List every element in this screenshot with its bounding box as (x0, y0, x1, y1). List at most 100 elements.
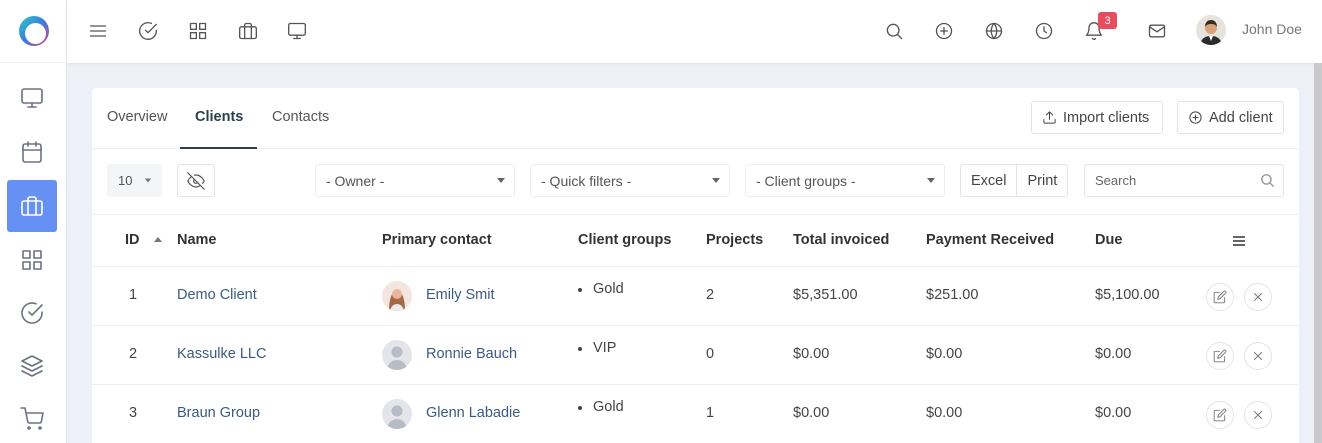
due-amount: $0.00 (1095, 405, 1132, 421)
search-icon (886, 23, 903, 40)
total-invoiced: $5,351.00 (793, 287, 858, 303)
language-button[interactable] (981, 18, 1007, 44)
menu-toggle-button[interactable] (85, 18, 111, 44)
delete-button[interactable] (1244, 283, 1272, 311)
upload-icon (1043, 111, 1056, 124)
table-row: 2 Kassulke LLC Ronnie Bauch VIP 0 $0.00 … (92, 326, 1299, 385)
sidebar-item-clients[interactable] (7, 180, 57, 232)
monitor-icon (21, 88, 43, 108)
delete-button[interactable] (1244, 342, 1272, 370)
column-header-payment-received[interactable]: Payment Received (926, 232, 1054, 248)
default-avatar-icon (382, 399, 412, 429)
monitor-icon (288, 22, 306, 40)
contact-avatar (382, 399, 412, 429)
delete-button[interactable] (1244, 401, 1272, 429)
sidebar-item-tasks[interactable] (7, 287, 57, 339)
sidebar-item-store[interactable] (7, 393, 57, 443)
user-avatar[interactable] (1196, 15, 1226, 45)
hamburger-icon (89, 25, 107, 37)
toggle-columns-button[interactable] (177, 164, 215, 197)
client-name-link[interactable]: Demo Client (177, 287, 257, 303)
add-client-button[interactable]: Add client (1177, 101, 1284, 134)
print-button[interactable]: Print (1016, 165, 1067, 196)
page-size-select[interactable]: 10 (107, 164, 162, 197)
payment-received: $251.00 (926, 287, 979, 303)
check-circle-icon (21, 302, 43, 324)
check-circle-icon (139, 22, 157, 40)
column-header-due[interactable]: Due (1095, 232, 1122, 248)
column-header-projects[interactable]: Projects (706, 232, 763, 248)
payment-received: $0.00 (926, 405, 963, 421)
column-header-name[interactable]: Name (177, 232, 217, 248)
projects-count: 0 (706, 346, 715, 362)
grid-icon (189, 22, 207, 40)
contact-avatar (382, 281, 412, 311)
bullet-icon (578, 347, 582, 351)
add-client-label: Add client (1209, 109, 1273, 126)
clients-card: Overview Clients Contacts Import clients… (92, 88, 1299, 443)
column-menu-button[interactable] (1231, 233, 1247, 249)
page-scrollbar[interactable] (1314, 63, 1322, 443)
edit-icon (1213, 408, 1227, 422)
tab-clients[interactable]: Clients (195, 109, 243, 125)
page-size-value: 10 (118, 173, 133, 188)
tab-contacts[interactable]: Contacts (272, 109, 329, 125)
contact-avatar-image (382, 281, 412, 311)
client-name-link[interactable]: Braun Group (177, 405, 260, 421)
app-logo[interactable] (0, 0, 67, 63)
close-icon (1254, 352, 1262, 360)
timer-button[interactable] (1031, 18, 1057, 44)
notification-badge: 3 (1098, 12, 1117, 29)
due-amount: $5,100.00 (1095, 287, 1160, 303)
primary-contact-link[interactable]: Emily Smit (426, 287, 494, 303)
edit-button[interactable] (1206, 342, 1234, 370)
due-amount: $0.00 (1095, 346, 1132, 362)
client-id: 2 (129, 346, 138, 362)
sidebar-item-dashboard[interactable] (7, 72, 57, 124)
primary-contact-link[interactable]: Glenn Labadie (426, 405, 520, 421)
sidebar (0, 0, 67, 443)
projects-shortcut[interactable] (185, 18, 211, 44)
client-groups-select[interactable]: - Client groups - (745, 164, 945, 197)
tasks-shortcut[interactable] (135, 18, 161, 44)
sidebar-item-projects[interactable] (7, 234, 57, 286)
client-group: VIP (593, 340, 617, 356)
import-clients-button[interactable]: Import clients (1031, 101, 1163, 134)
plus-circle-icon (935, 22, 953, 40)
edit-button[interactable] (1206, 401, 1234, 429)
primary-contact-link[interactable]: Ronnie Bauch (426, 346, 517, 362)
calendar-icon (22, 141, 42, 163)
edit-button[interactable] (1206, 283, 1234, 311)
sidebar-item-events[interactable] (7, 126, 57, 178)
quick-filters-select[interactable]: - Quick filters - (530, 164, 730, 197)
search-button[interactable] (881, 18, 907, 44)
briefcase-icon (239, 22, 257, 40)
client-name-link[interactable]: Kassulke LLC (177, 346, 266, 362)
clients-shortcut[interactable] (235, 18, 261, 44)
user-name[interactable]: John Doe (1242, 21, 1302, 37)
layers-icon (21, 355, 43, 377)
quick-add-button[interactable] (931, 18, 957, 44)
column-header-id[interactable]: ID (125, 232, 140, 248)
sidebar-item-leads[interactable] (7, 340, 57, 392)
excel-button[interactable]: Excel (961, 165, 1016, 196)
search-input[interactable] (1085, 165, 1255, 196)
chevron-down-icon (497, 178, 505, 183)
column-header-total-invoiced[interactable]: Total invoiced (793, 232, 889, 248)
eye-off-icon (187, 171, 205, 190)
bullet-icon (578, 406, 582, 410)
tab-overview[interactable]: Overview (107, 109, 167, 125)
sort-ascending-icon (154, 237, 162, 242)
owner-filter-select[interactable]: - Owner - (315, 164, 515, 197)
column-header-primary-contact[interactable]: Primary contact (382, 232, 492, 248)
dashboard-shortcut[interactable] (284, 18, 310, 44)
user-avatar-image (1196, 15, 1226, 45)
clock-icon (1035, 22, 1053, 40)
contact-avatar (382, 340, 412, 370)
table-header: ID Name Primary contact Client groups Pr… (92, 215, 1299, 267)
top-bar (67, 0, 1322, 63)
mail-icon (1148, 24, 1166, 38)
column-header-client-groups[interactable]: Client groups (578, 232, 671, 248)
filters-row: 10 - Owner - - Quick filters - - Client … (92, 149, 1299, 215)
messages-button[interactable] (1144, 18, 1170, 44)
